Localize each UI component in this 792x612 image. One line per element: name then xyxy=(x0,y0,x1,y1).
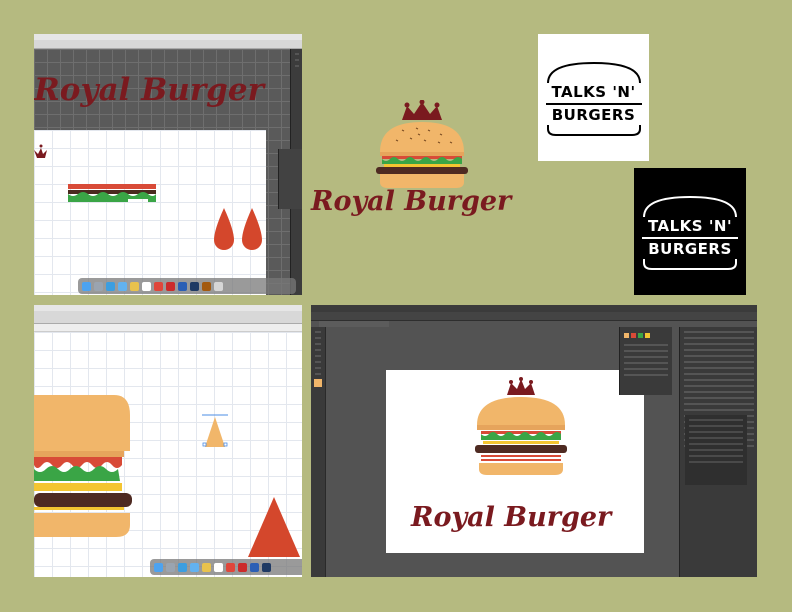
trash-icon[interactable] xyxy=(214,281,223,291)
finder-icon[interactable] xyxy=(154,562,163,572)
toolbar[interactable] xyxy=(34,311,302,324)
burger-icon xyxy=(376,122,468,188)
photoshop-icon[interactable] xyxy=(262,562,271,572)
chrome-icon[interactable] xyxy=(226,562,235,572)
bun-bottom-icon xyxy=(643,258,737,270)
finder-icon[interactable] xyxy=(82,281,91,291)
safari-icon[interactable] xyxy=(106,281,115,291)
photos-icon[interactable] xyxy=(130,281,139,291)
launchpad-icon[interactable] xyxy=(94,281,103,291)
center-wordmark: Royal Burger xyxy=(311,186,512,217)
tools-panel[interactable] xyxy=(311,327,326,577)
logo-divider xyxy=(545,102,642,105)
drop-shapes xyxy=(214,208,262,250)
swatch-row[interactable] xyxy=(624,333,668,338)
royal-burger-logo xyxy=(376,100,468,188)
crown-icon xyxy=(402,100,442,120)
chrome-icon[interactable] xyxy=(154,281,163,291)
dock[interactable] xyxy=(150,559,302,575)
screenshot-bottom-right: Royal Burger xyxy=(311,305,757,577)
word-icon[interactable] xyxy=(178,281,187,291)
burger-icon xyxy=(475,397,567,475)
drop-shape-selected[interactable] xyxy=(200,413,230,453)
toolbar[interactable] xyxy=(34,40,302,49)
royal-burger-logo-artboard xyxy=(475,377,567,475)
screenshot-bottom-left xyxy=(34,305,302,577)
logo-line-2: BURGERS xyxy=(551,105,636,124)
menu-bar[interactable] xyxy=(311,305,757,312)
control-bar[interactable] xyxy=(311,312,757,321)
burger-closeup-art xyxy=(34,395,132,537)
artboard-wordmark: Royal Burger xyxy=(411,502,612,533)
calendar-icon[interactable] xyxy=(214,562,223,572)
app-icon[interactable] xyxy=(166,281,175,291)
properties-panel[interactable] xyxy=(278,149,302,209)
swatches-panel[interactable] xyxy=(619,327,672,395)
crown-icon xyxy=(507,377,535,395)
photos-icon[interactable] xyxy=(202,562,211,572)
dock[interactable] xyxy=(78,278,296,294)
safari-icon[interactable] xyxy=(178,562,187,572)
logo-line-2: BURGERS xyxy=(648,239,732,258)
photoshop-icon[interactable] xyxy=(190,281,199,291)
app-icon[interactable] xyxy=(238,562,247,572)
bun-top-icon xyxy=(643,195,737,217)
burger-layers-art xyxy=(68,184,156,202)
calendar-icon[interactable] xyxy=(142,281,151,291)
triangle-shape xyxy=(248,497,300,557)
fill-swatch[interactable] xyxy=(314,379,322,387)
launchpad-icon[interactable] xyxy=(166,562,175,572)
logo-line-1: TALKS 'N' xyxy=(647,216,733,235)
bun-top-icon xyxy=(546,61,641,83)
logo-line-1: TALKS 'N' xyxy=(551,82,636,101)
talks-n-burgers-logo-dark: TALKS 'N' BURGERS xyxy=(634,168,746,295)
tab-bar[interactable] xyxy=(34,324,302,332)
layers-panel[interactable] xyxy=(685,415,747,485)
talks-n-burgers-logo-light: TALKS 'N' BURGERS xyxy=(538,34,649,161)
bun-bottom-icon xyxy=(546,124,641,136)
mail-icon[interactable] xyxy=(118,281,127,291)
document-tab[interactable] xyxy=(319,321,389,327)
word-icon[interactable] xyxy=(250,562,259,572)
crown-icon xyxy=(34,144,47,158)
illustrator-icon[interactable] xyxy=(202,281,211,291)
mail-icon[interactable] xyxy=(190,562,199,572)
logo-divider xyxy=(642,236,738,239)
wordmark-top-left: Royal Burger xyxy=(34,72,264,108)
screenshot-top-left: Royal Burger xyxy=(34,34,302,295)
